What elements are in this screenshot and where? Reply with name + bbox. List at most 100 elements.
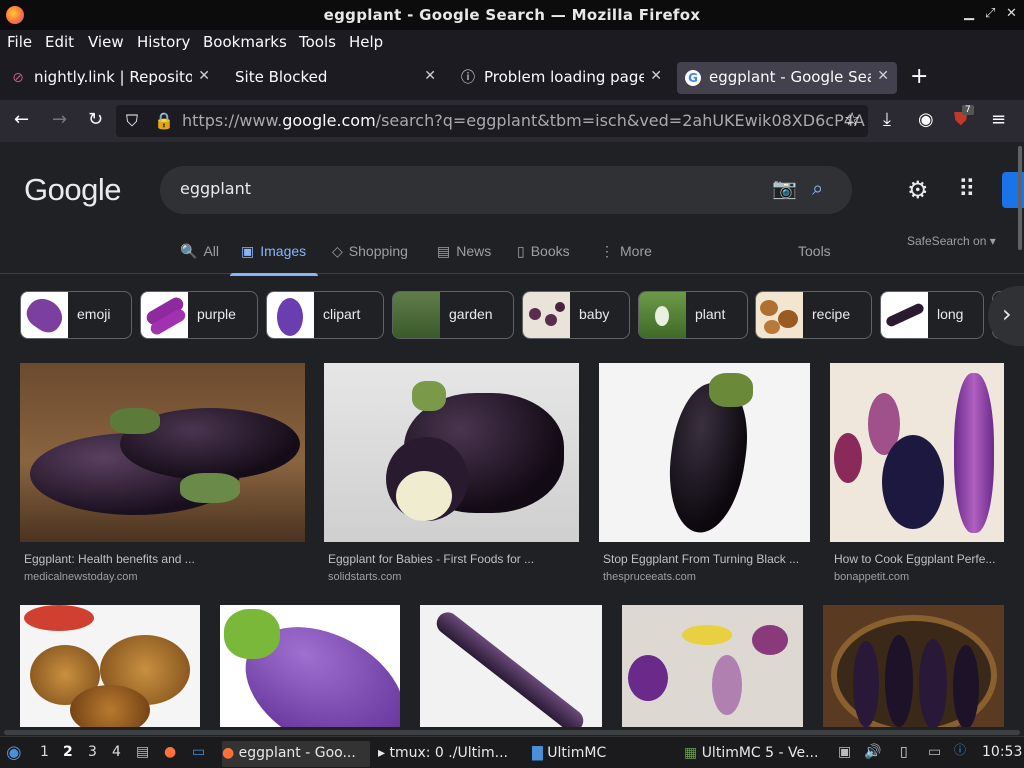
- search-icon: 🔍: [180, 243, 198, 259]
- tray-window-icon[interactable]: ▣: [838, 744, 851, 760]
- result-image-5[interactable]: [20, 605, 200, 727]
- hamburger-menu-icon[interactable]: ≡: [991, 109, 1006, 130]
- tab-bar: ⊘ nightly.link | Repository ✕ Site Block…: [0, 56, 1024, 100]
- task-ultimmc-game[interactable]: ▦ UltimMC 5 - Ve...: [684, 741, 828, 767]
- chip-clipart[interactable]: clipart: [266, 291, 384, 339]
- result-caption-2[interactable]: Eggplant for Babies - First Foods for ..…: [328, 552, 578, 583]
- google-favicon-icon: G: [685, 70, 701, 86]
- menu-view[interactable]: View: [88, 33, 124, 51]
- maximize-icon[interactable]: ⤢: [985, 6, 995, 21]
- clipboard-icon[interactable]: ▯: [900, 744, 908, 760]
- search-input[interactable]: eggplant: [180, 179, 251, 198]
- start-menu-icon[interactable]: ◉: [6, 742, 22, 763]
- info-icon: ⓘ: [461, 70, 475, 86]
- new-tab-button[interactable]: +: [910, 64, 928, 89]
- result-image-6[interactable]: [220, 605, 400, 727]
- network-icon[interactable]: ▭: [928, 744, 941, 760]
- extension-mask-icon[interactable]: ◉: [918, 109, 934, 130]
- result-image-4[interactable]: [830, 363, 1004, 542]
- result-image-3[interactable]: [599, 363, 810, 542]
- search-type-tabs: 🔍 All ▣ Images ◇ Shopping ▤ News ▯ Books ⋮ Mor…: [0, 240, 1024, 274]
- vertical-scrollbar[interactable]: [1018, 146, 1022, 250]
- window-titlebar: eggplant - Google Search — Mozilla Firef…: [0, 0, 1024, 30]
- close-tab-icon[interactable]: ✕: [424, 68, 436, 84]
- tag-icon: ◇: [332, 243, 343, 259]
- result-image-8[interactable]: [622, 605, 803, 727]
- chip-thumbnail: [267, 292, 314, 338]
- close-tab-icon[interactable]: ✕: [650, 68, 662, 84]
- task-tmux[interactable]: ▸ tmux: 0 ./Ultim...: [378, 741, 524, 767]
- reload-icon[interactable]: ↻: [88, 109, 103, 130]
- tab-eggplant-google[interactable]: G eggplant - Google Search ✕: [677, 62, 897, 94]
- workspace-2[interactable]: 2: [63, 744, 73, 760]
- chip-purple[interactable]: purple: [140, 291, 258, 339]
- forward-icon[interactable]: →: [52, 109, 67, 130]
- minimize-icon[interactable]: ▁: [964, 6, 974, 21]
- close-tab-icon[interactable]: ✕: [877, 68, 889, 84]
- tab-images[interactable]: ▣ Images: [241, 243, 306, 260]
- navigation-toolbar: ← → ↻ ⛉ 🔒 https://www.google.com/search?…: [0, 100, 1024, 142]
- tab-news[interactable]: ▤ News: [437, 243, 491, 260]
- tab-more[interactable]: ⋮ More: [600, 243, 652, 260]
- task-ultimmc-folder[interactable]: ▇ UltimMC: [532, 741, 672, 767]
- menu-history[interactable]: History: [137, 33, 190, 51]
- result-image-2[interactable]: [324, 363, 579, 542]
- result-caption-3[interactable]: Stop Eggplant From Turning Black ... the…: [603, 552, 808, 583]
- search-box[interactable]: eggplant 📷 ⌕: [160, 166, 852, 214]
- menu-bookmarks[interactable]: Bookmarks: [203, 33, 287, 51]
- volume-icon[interactable]: 🔊: [864, 744, 881, 760]
- desktop-icon[interactable]: ▭: [192, 744, 205, 760]
- menu-help[interactable]: Help: [349, 33, 383, 51]
- result-image-1[interactable]: [20, 363, 305, 542]
- task-firefox[interactable]: ● eggplant - Goo...: [222, 741, 370, 767]
- tab-books[interactable]: ▯ Books: [517, 243, 570, 260]
- tab-shopping[interactable]: ◇ Shopping: [332, 243, 408, 260]
- chip-baby[interactable]: baby: [522, 291, 630, 339]
- workspace-1[interactable]: 1: [40, 744, 49, 760]
- lock-icon[interactable]: 🔒: [154, 111, 174, 130]
- result-image-9[interactable]: [823, 605, 1004, 727]
- chip-garden[interactable]: garden: [392, 291, 514, 339]
- chip-plant[interactable]: plant: [638, 291, 748, 339]
- safesearch-toggle[interactable]: SafeSearch on ▾: [907, 234, 996, 248]
- chip-emoji[interactable]: emoji: [20, 291, 132, 339]
- camera-icon[interactable]: 📷: [772, 176, 797, 200]
- notification-icon[interactable]: ⓘ: [954, 741, 966, 758]
- tools-button[interactable]: Tools: [798, 243, 831, 259]
- menu-edit[interactable]: Edit: [45, 33, 74, 51]
- close-tab-icon[interactable]: ✕: [198, 68, 210, 84]
- result-image-7[interactable]: [420, 605, 602, 727]
- tab-problem-loading[interactable]: ⓘ Problem loading page ✕: [452, 62, 670, 94]
- chip-thumbnail: [141, 292, 188, 338]
- workspace-3[interactable]: 3: [88, 744, 97, 760]
- horizontal-scrollbar[interactable]: [4, 730, 1020, 735]
- firefox-launcher-icon[interactable]: ●: [164, 744, 176, 760]
- downloads-icon[interactable]: ⤓: [883, 109, 891, 130]
- chip-recipe[interactable]: recipe: [755, 291, 872, 339]
- file-manager-icon[interactable]: ▤: [136, 744, 149, 760]
- menu-file[interactable]: File: [7, 33, 32, 51]
- apps-grid-icon[interactable]: ⠿: [958, 175, 976, 203]
- close-window-icon[interactable]: ✕: [1006, 6, 1017, 21]
- url-bar[interactable]: ⛉ 🔒 https://www.google.com/search?q=eggp…: [116, 105, 868, 137]
- bookmark-star-icon[interactable]: ☆: [844, 109, 860, 130]
- settings-gear-icon[interactable]: ⚙: [907, 176, 929, 204]
- chip-long[interactable]: long: [880, 291, 984, 339]
- workspace-4[interactable]: 4: [112, 744, 121, 760]
- search-icon[interactable]: ⌕: [812, 176, 823, 200]
- menu-tools[interactable]: Tools: [299, 33, 336, 51]
- chip-thumbnail: [393, 292, 440, 338]
- url-text[interactable]: https://www.google.com/search?q=eggplant…: [182, 111, 865, 130]
- google-logo[interactable]: Google: [24, 172, 121, 208]
- result-caption-1[interactable]: Eggplant: Health benefits and ... medica…: [24, 552, 304, 583]
- tab-nightly-link[interactable]: ⊘ nightly.link | Repository ✕: [2, 62, 218, 94]
- shield-icon[interactable]: ⛉: [126, 111, 138, 131]
- chip-thumbnail: [881, 292, 928, 338]
- clock: 10:53: [982, 744, 1023, 760]
- chip-thumbnail: [21, 292, 69, 338]
- tab-all[interactable]: 🔍 All: [180, 243, 219, 260]
- result-caption-4[interactable]: How to Cook Eggplant Perfe... bonappetit…: [834, 552, 1002, 583]
- tab-label: eggplant - Google Search: [709, 68, 871, 86]
- tab-site-blocked[interactable]: Site Blocked ✕: [226, 62, 444, 94]
- back-icon[interactable]: ←: [14, 109, 29, 130]
